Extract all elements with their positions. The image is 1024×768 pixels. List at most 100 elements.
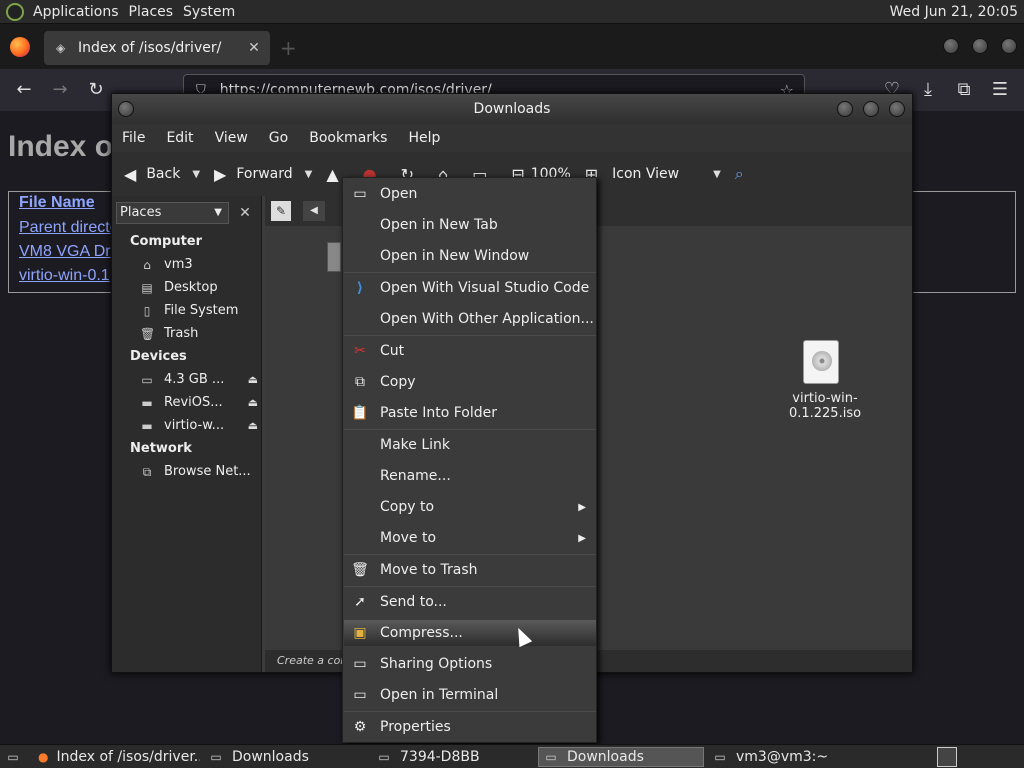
sidebar-item-revios[interactable]: ▬ ReviOS... ⏏ (140, 395, 258, 410)
menu-go[interactable]: Go (269, 130, 288, 146)
send-icon: ➚ (354, 594, 366, 610)
menu-item-open-new-window[interactable]: Open in New Window (344, 241, 596, 271)
menu-item-properties[interactable]: ⚙ Properties (344, 712, 596, 742)
menu-help[interactable]: Help (408, 130, 440, 146)
sidebar-item-label: Desktop (164, 280, 218, 295)
menu-places[interactable]: Places (128, 4, 183, 20)
window-titlebar[interactable]: Downloads (112, 94, 912, 124)
task-downloads-2[interactable]: ▭ Downloads (538, 747, 704, 767)
window-minimize-button[interactable] (943, 38, 959, 54)
task-downloads-1[interactable]: ▭ Downloads (204, 747, 370, 767)
zoom-in-button[interactable]: ⊞ Icon View ▼ (585, 165, 721, 184)
eject-icon[interactable]: ⏏ (248, 396, 258, 409)
menu-view[interactable]: View (215, 130, 248, 146)
menu-item-open-with-vscode[interactable]: ⟩ Open With Visual Studio Code (344, 273, 596, 303)
scissors-icon: ✂ (354, 343, 366, 359)
tab-close-icon[interactable]: ✕ (244, 40, 264, 56)
folder-icon: ▭ (353, 186, 367, 202)
eject-icon[interactable]: ⏏ (248, 373, 258, 386)
extensions-icon[interactable]: ⧉ (952, 79, 976, 100)
menu-item-move-to-trash[interactable]: 🗑 Move to Trash (344, 555, 596, 585)
link-vm8-vga[interactable]: VM8 VGA Dr (19, 243, 111, 261)
menu-item-rename[interactable]: Rename... (344, 461, 596, 491)
forward-button[interactable]: ▶ Forward ▼ (214, 165, 312, 184)
new-tab-button[interactable]: + (280, 36, 297, 60)
sidebar-item-trash[interactable]: 🗑 Trash (140, 326, 258, 341)
sidebar-item-vm3[interactable]: ⌂ vm3 (140, 257, 258, 272)
window-close-button[interactable] (1001, 38, 1017, 54)
file-name-label[interactable]: virtio-win-0.1.225.iso (760, 391, 890, 421)
sidebar-item-drive-4gb[interactable]: ▭ 4.3 GB ... ⏏ (140, 372, 258, 387)
menu-item-compress[interactable]: ▣ Compress... (344, 620, 596, 646)
sidebar-item-desktop[interactable]: ▤ Desktop (140, 280, 258, 295)
menu-system[interactable]: System (182, 4, 244, 20)
back-button[interactable]: ◀ Back ▼ (124, 165, 200, 184)
edit-location-icon[interactable]: ✎ (271, 201, 291, 221)
back-icon[interactable]: ← (12, 79, 36, 100)
task-drive[interactable]: ▭ 7394-D8BB (372, 747, 538, 767)
reload-icon[interactable]: ↻ (84, 79, 108, 100)
column-header-file-name[interactable]: File Name (19, 194, 95, 212)
sidebar-close-icon[interactable]: ✕ (234, 202, 256, 224)
sidebar-item-file-system[interactable]: ▯ File System (140, 303, 258, 318)
submenu-arrow-icon: ▶ (578, 532, 586, 544)
search-button[interactable]: ⌕ (735, 164, 754, 184)
disc-icon (812, 351, 832, 371)
menu-item-label: Open (380, 186, 418, 202)
menu-item-make-link[interactable]: Make Link (344, 430, 596, 460)
context-menu: ▭ Open Open in New Tab Open in New Window… (342, 177, 597, 743)
menu-bookmarks[interactable]: Bookmarks (309, 130, 387, 146)
back-label: Back (146, 166, 181, 182)
downloads-icon[interactable]: ⤓ (916, 79, 940, 100)
menu-edit[interactable]: Edit (166, 130, 193, 146)
menu-item-label: Copy to (380, 499, 435, 515)
places-select-label: Places (120, 205, 162, 220)
menu-item-sharing-options[interactable]: ▭ Sharing Options (344, 649, 596, 679)
browser-tab[interactable]: ◈ Index of /isos/driver/ ✕ (44, 31, 270, 65)
firefox-icon[interactable] (10, 37, 30, 57)
app-menu-icon[interactable]: ☰ (988, 79, 1012, 100)
menu-file[interactable]: File (122, 130, 145, 146)
places-select[interactable]: Places ▼ (116, 202, 229, 224)
menu-item-open-in-terminal[interactable]: ▭ Open in Terminal (344, 680, 596, 710)
menu-item-open[interactable]: ▭ Open (344, 179, 596, 209)
task-terminal[interactable]: ▭ vm3@vm3:~ (708, 747, 874, 767)
task-firefox[interactable]: ● Index of /isos/driver... (34, 747, 200, 767)
view-mode-select[interactable]: Icon View (612, 166, 679, 182)
chevron-down-icon[interactable]: ▼ (305, 169, 313, 180)
menu-item-label: Compress... (380, 625, 463, 641)
show-desktop-button[interactable]: ▭ (2, 747, 28, 767)
sidebar-item-virtio[interactable]: ▬ virtio-w... ⏏ (140, 418, 258, 433)
workspace-switcher[interactable] (937, 747, 957, 767)
task-label: vm3@vm3:~ (736, 749, 829, 765)
terminal-icon: ▭ (714, 750, 726, 764)
menu-item-move-to[interactable]: Move to ▶ (344, 523, 596, 553)
menu-item-send-to[interactable]: ➚ Send to... (344, 587, 596, 617)
forward-icon[interactable]: → (48, 79, 72, 100)
menu-applications[interactable]: Applications (32, 4, 128, 20)
menu-item-copy[interactable]: ⧉ Copy (344, 367, 596, 397)
link-virtio-win[interactable]: virtio-win-0.1 (19, 267, 110, 285)
window-close-button[interactable] (889, 101, 905, 117)
chevron-down-icon[interactable]: ▼ (713, 169, 721, 180)
clock[interactable]: Wed Jun 21, 20:05 (890, 4, 1024, 20)
menu-item-copy-to[interactable]: Copy to ▶ (344, 492, 596, 522)
menu-item-paste-into-folder[interactable]: 📋 Paste Into Folder (344, 398, 596, 428)
menu-item-label: Paste Into Folder (380, 405, 498, 421)
window-maximize-button[interactable] (863, 101, 879, 117)
firefox-icon: ● (38, 750, 49, 764)
iso-file-icon[interactable] (803, 340, 839, 384)
menu-item-open-with-other[interactable]: Open With Other Application... (344, 304, 596, 334)
chevron-down-icon[interactable]: ▼ (192, 169, 200, 180)
window-maximize-button[interactable] (972, 38, 988, 54)
window-menu-button[interactable] (118, 101, 134, 117)
menu-item-open-new-tab[interactable]: Open in New Tab (344, 210, 596, 240)
path-left-arrow-icon[interactable]: ◀ (303, 201, 325, 221)
menu-item-cut[interactable]: ✂ Cut (344, 336, 596, 366)
sidebar-item-browse-network[interactable]: ⧉ Browse Net... (140, 464, 258, 479)
folder-icon: ▭ (210, 750, 222, 764)
eject-icon[interactable]: ⏏ (248, 419, 258, 432)
distro-logo-icon[interactable] (6, 2, 24, 21)
window-minimize-button[interactable] (837, 101, 853, 117)
folder-item-icon[interactable] (327, 242, 341, 272)
